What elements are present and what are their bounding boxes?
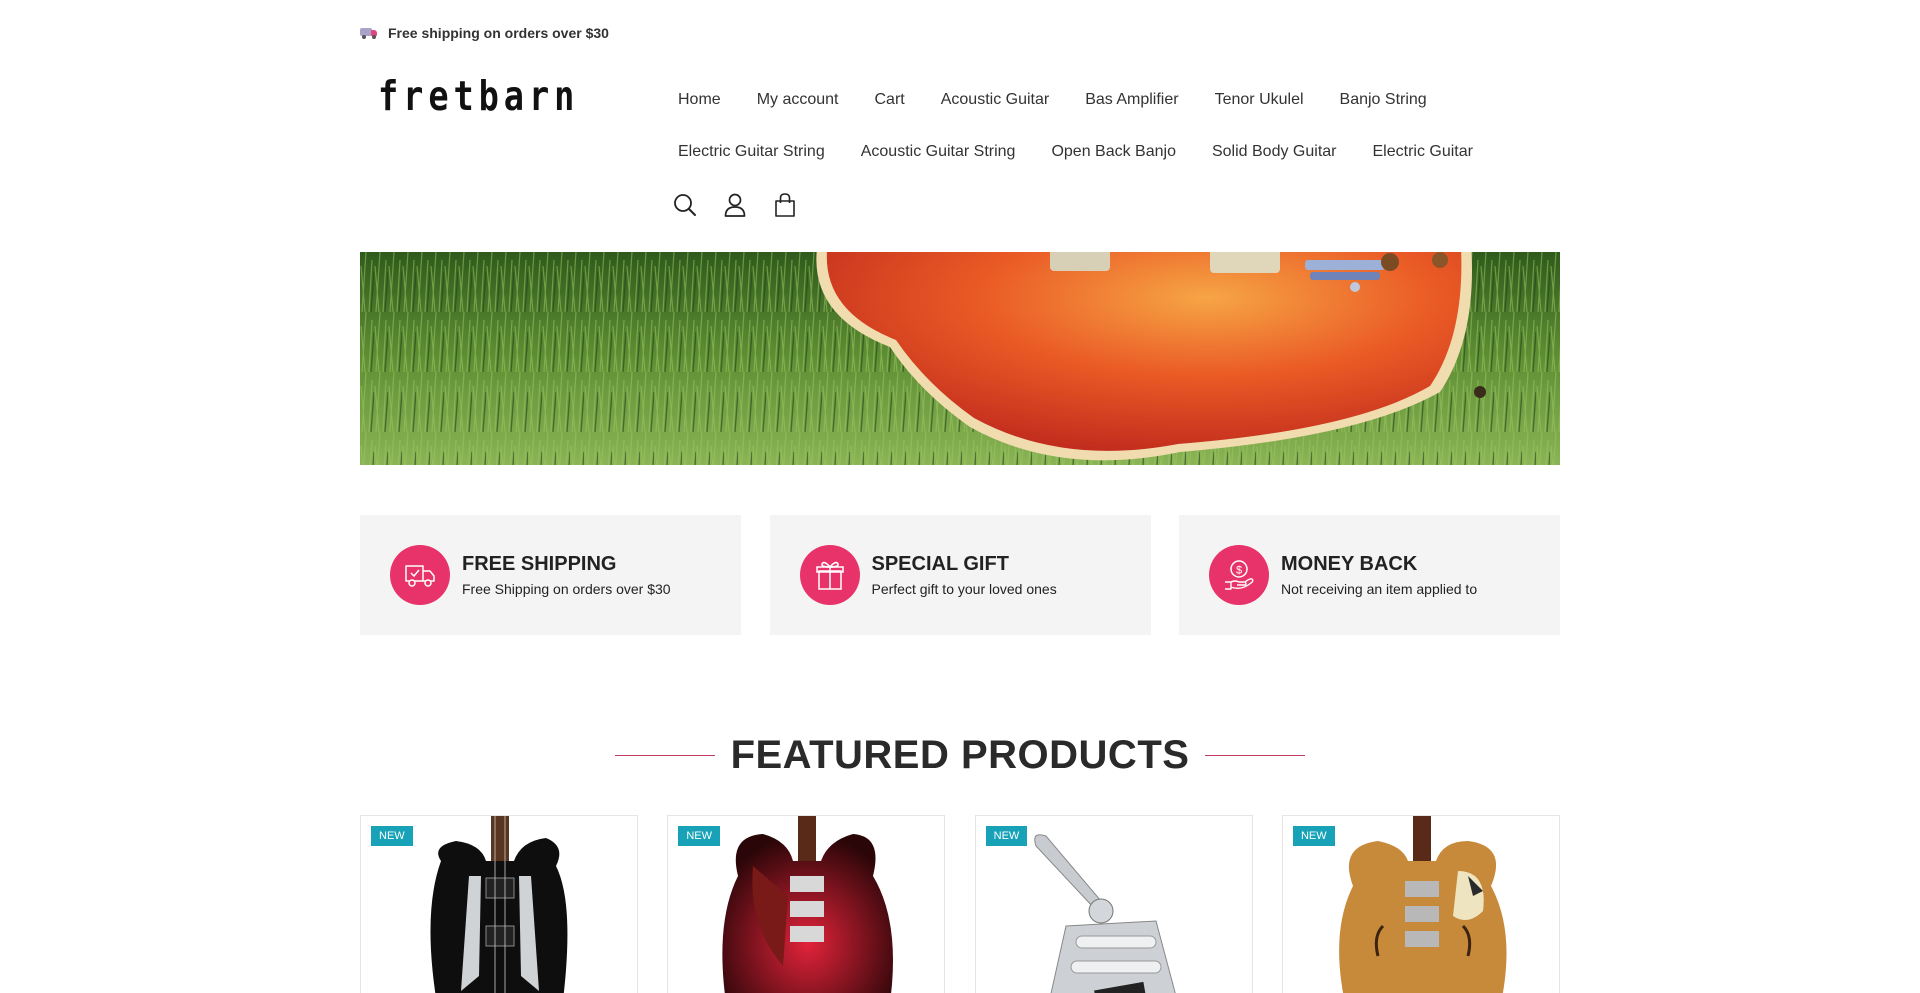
feature-desc: Perfect gift to your loved ones bbox=[871, 581, 1057, 597]
nav-home[interactable]: Home bbox=[678, 91, 721, 109]
heading-divider-left bbox=[614, 755, 715, 756]
main-nav-row-2: Electric Guitar String Acoustic Guitar S… bbox=[678, 143, 1509, 161]
section-title: FEATURED PRODUCTS bbox=[730, 733, 1190, 777]
truck-icon bbox=[360, 27, 378, 39]
feature-money-back: $ MONEY BACK Not receiving an item appli… bbox=[1179, 515, 1560, 635]
shipping-notice: Free shipping on orders over $30 bbox=[388, 25, 609, 41]
new-badge: NEW bbox=[371, 826, 413, 846]
nav-solid-body-guitar[interactable]: Solid Body Guitar bbox=[1212, 143, 1337, 161]
nav-cart[interactable]: Cart bbox=[875, 91, 905, 109]
nav-electric-guitar[interactable]: Electric Guitar bbox=[1373, 143, 1473, 161]
features-strip: FREE SHIPPING Free Shipping on orders ov… bbox=[360, 515, 1560, 635]
featured-products-heading: FEATURED PRODUCTS bbox=[360, 733, 1560, 778]
feature-desc: Free Shipping on orders over $30 bbox=[462, 581, 671, 597]
new-badge: NEW bbox=[985, 826, 1028, 846]
nav-acoustic-guitar-string[interactable]: Acoustic Guitar String bbox=[861, 143, 1016, 161]
hero-banner[interactable] bbox=[360, 252, 1560, 465]
cart-bag-icon[interactable] bbox=[772, 192, 798, 218]
main-nav-row-1: Home My account Cart Acoustic Guitar Bas… bbox=[678, 91, 1463, 109]
nav-electric-guitar-string[interactable]: Electric Guitar String bbox=[678, 143, 825, 161]
new-badge: NEW bbox=[678, 826, 720, 846]
feature-desc: Not receiving an item applied to bbox=[1281, 581, 1478, 597]
user-icon[interactable] bbox=[722, 192, 748, 218]
delivery-truck-icon bbox=[390, 545, 450, 605]
product-grid: NEW NEW NEW NEW bbox=[360, 815, 1560, 993]
top-bar: Free shipping on orders over $30 bbox=[360, 0, 1560, 66]
feature-title: MONEY BACK bbox=[1281, 553, 1418, 575]
search-icon[interactable] bbox=[672, 192, 698, 218]
gift-icon bbox=[799, 545, 860, 605]
product-card[interactable]: NEW bbox=[667, 815, 946, 993]
product-card[interactable]: NEW bbox=[360, 815, 638, 993]
product-card[interactable]: NEW bbox=[974, 815, 1253, 993]
svg-text:$: $ bbox=[1236, 565, 1242, 577]
money-hand-icon: $ bbox=[1209, 545, 1269, 605]
guitar-on-grass-image bbox=[360, 252, 1560, 465]
nav-open-back-banjo[interactable]: Open Back Banjo bbox=[1051, 143, 1176, 161]
feature-free-shipping: FREE SHIPPING Free Shipping on orders ov… bbox=[360, 515, 741, 635]
product-card[interactable]: NEW bbox=[1281, 815, 1560, 993]
new-badge: NEW bbox=[1292, 826, 1335, 846]
nav-acoustic-guitar[interactable]: Acoustic Guitar bbox=[941, 91, 1049, 109]
feature-title: FREE SHIPPING bbox=[462, 553, 617, 575]
site-logo[interactable]: fretbarn bbox=[378, 72, 579, 120]
nav-tenor-ukulel[interactable]: Tenor Ukulel bbox=[1215, 91, 1304, 109]
nav-banjo-string[interactable]: Banjo String bbox=[1340, 91, 1427, 109]
nav-bas-amplifier[interactable]: Bas Amplifier bbox=[1085, 91, 1178, 109]
feature-special-gift: SPECIAL GIFT Perfect gift to your loved … bbox=[769, 515, 1151, 635]
header-icons bbox=[672, 192, 822, 218]
feature-title: SPECIAL GIFT bbox=[871, 553, 1009, 575]
heading-divider-right bbox=[1205, 755, 1306, 756]
nav-my-account[interactable]: My account bbox=[757, 91, 839, 109]
